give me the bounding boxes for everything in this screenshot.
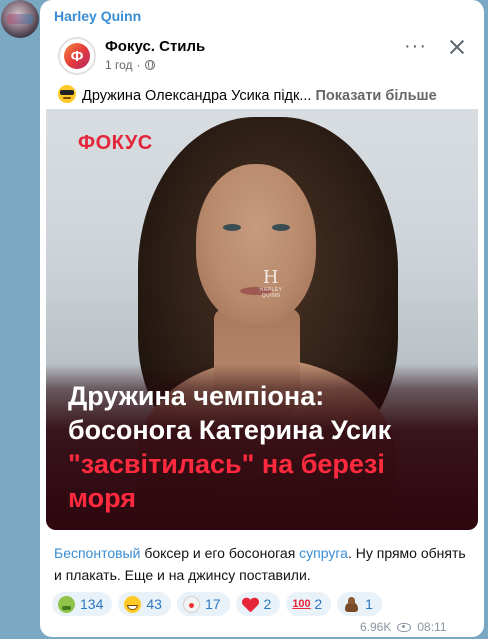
sender-name[interactable]: Harley Quinn: [54, 8, 141, 24]
post-photo[interactable]: ФОКУС H HARLEY QUINN Дружина чемпіона: б…: [46, 109, 478, 530]
caption-text-1: боксер и его босоногая: [140, 545, 300, 561]
pile-of-poo-icon: [343, 596, 360, 613]
page-name: Фокус. Стиль: [105, 38, 206, 55]
caption-link-1[interactable]: Беспонтовый: [54, 545, 140, 561]
reactions-bar: 134 43 17 2 100 2 1: [52, 592, 382, 616]
headline-line-1: Дружина чемпіона:: [68, 381, 325, 411]
brand-logo: ФОКУС: [78, 132, 153, 154]
post-meta: 1 год ·: [105, 58, 155, 72]
close-icon: [446, 36, 468, 58]
reaction-grinning[interactable]: 43: [118, 592, 171, 616]
red-heart-icon: [242, 596, 259, 613]
reaction-count: 43: [146, 596, 162, 612]
views-eye-icon: [397, 622, 412, 632]
post-text-body: Дружина Олександра Усика підк...: [82, 88, 312, 104]
left-eye-shape: [223, 224, 241, 231]
reaction-count: 134: [80, 596, 104, 612]
post-text: Дружина Олександра Усика підк... Показат…: [58, 85, 470, 104]
page-logo: Ф: [58, 37, 96, 75]
more-options-icon: ···: [404, 35, 427, 57]
watermark: H HARLEY QUINN: [251, 267, 291, 300]
view-count: 6.96K: [360, 620, 392, 634]
message-caption: Беспонтовый боксер и его босоногая супру…: [54, 542, 474, 586]
reaction-heart[interactable]: 2: [235, 592, 281, 616]
reaction-count: 17: [204, 596, 221, 612]
headline-accent: "засвітилась": [68, 449, 255, 479]
post-header: Ф Фокус. Стиль 1 год · ···: [46, 28, 478, 84]
reaction-count: 1: [365, 596, 373, 612]
globe-icon: [144, 60, 155, 70]
headline-line-3: "засвітилась" на березі: [68, 447, 468, 481]
right-eye-shape: [272, 224, 290, 231]
face-shape: [196, 164, 316, 324]
reaction-clown[interactable]: 17: [176, 592, 230, 616]
clown-face-icon: [182, 595, 200, 613]
post-time: 1 год: [105, 58, 133, 72]
sunglasses-emoji-icon: [58, 85, 76, 103]
page-logo-mark: Ф: [64, 43, 90, 69]
message-footer: 6.96K 08:11: [360, 620, 447, 634]
reaction-count: 2: [263, 596, 272, 612]
meta-separator: ·: [136, 58, 141, 72]
photo-headline: Дружина чемпіона: босонога Катерина Усик…: [68, 379, 468, 515]
reaction-count: 2: [314, 596, 323, 612]
nauseated-face-icon: [58, 595, 75, 613]
reaction-poop[interactable]: 1: [337, 592, 382, 616]
headline-line-2: босонога Катерина Усик: [68, 415, 392, 445]
grinning-face-icon: [124, 595, 142, 613]
watermark-text: HARLEY QUINN: [259, 287, 283, 299]
facebook-post-screenshot: Ф Фокус. Стиль 1 год · ··· Дружина Олекс…: [46, 28, 478, 530]
reaction-hundred[interactable]: 100 2: [286, 592, 332, 616]
hundred-points-icon: 100: [292, 597, 311, 610]
watermark-mark: H: [262, 267, 280, 288]
reaction-nauseated[interactable]: 134: [52, 592, 113, 616]
show-more-link: Показати більше: [315, 88, 437, 104]
headline-line-3-rest: на березі: [254, 449, 385, 479]
headline-line-4: моря: [68, 483, 137, 513]
message-time: 08:11: [417, 620, 447, 634]
message-bubble: Harley Quinn Ф Фокус. Стиль 1 год · ··· …: [40, 0, 484, 637]
caption-link-2[interactable]: супруга: [299, 545, 348, 561]
sender-avatar[interactable]: [1, 0, 39, 38]
